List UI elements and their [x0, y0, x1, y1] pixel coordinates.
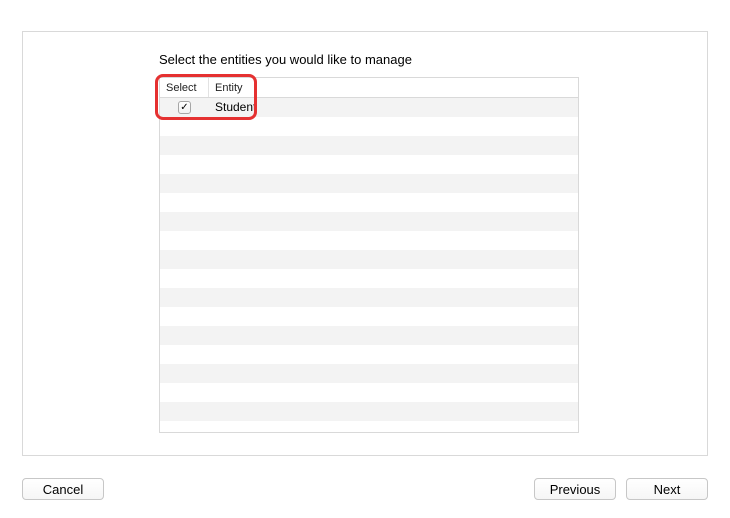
table-row-empty: [160, 269, 578, 288]
wizard-panel: Select the entities you would like to ma…: [22, 31, 708, 456]
table-row-empty: [160, 402, 578, 421]
table-row-empty: [160, 231, 578, 250]
table-row-empty: [160, 117, 578, 136]
next-button[interactable]: Next: [626, 478, 708, 500]
table-row[interactable]: ✓ Student: [160, 98, 578, 117]
table-row-empty: [160, 155, 578, 174]
button-bar: Cancel Previous Next: [0, 460, 730, 518]
table-row-empty: [160, 383, 578, 402]
select-checkbox[interactable]: ✓: [178, 101, 191, 114]
table-row-empty: [160, 326, 578, 345]
table-row-empty: [160, 212, 578, 231]
table-row-empty: [160, 288, 578, 307]
cell-entity: Student: [209, 98, 578, 117]
cell-select: ✓: [160, 101, 209, 114]
table-row-empty: [160, 307, 578, 326]
column-header-entity[interactable]: Entity: [209, 78, 578, 97]
table-header: Select Entity: [160, 78, 578, 98]
table-body: ✓ Student: [160, 98, 578, 432]
table-row-empty: [160, 193, 578, 212]
instruction-text: Select the entities you would like to ma…: [159, 52, 412, 67]
table-row-empty: [160, 421, 578, 433]
table-row-empty: [160, 345, 578, 364]
entity-table: Select Entity ✓ Student: [159, 77, 579, 433]
table-row-empty: [160, 364, 578, 383]
table-row-empty: [160, 174, 578, 193]
cancel-button[interactable]: Cancel: [22, 478, 104, 500]
table-row-empty: [160, 250, 578, 269]
previous-button[interactable]: Previous: [534, 478, 616, 500]
table-row-empty: [160, 136, 578, 155]
column-header-select[interactable]: Select: [160, 78, 209, 97]
